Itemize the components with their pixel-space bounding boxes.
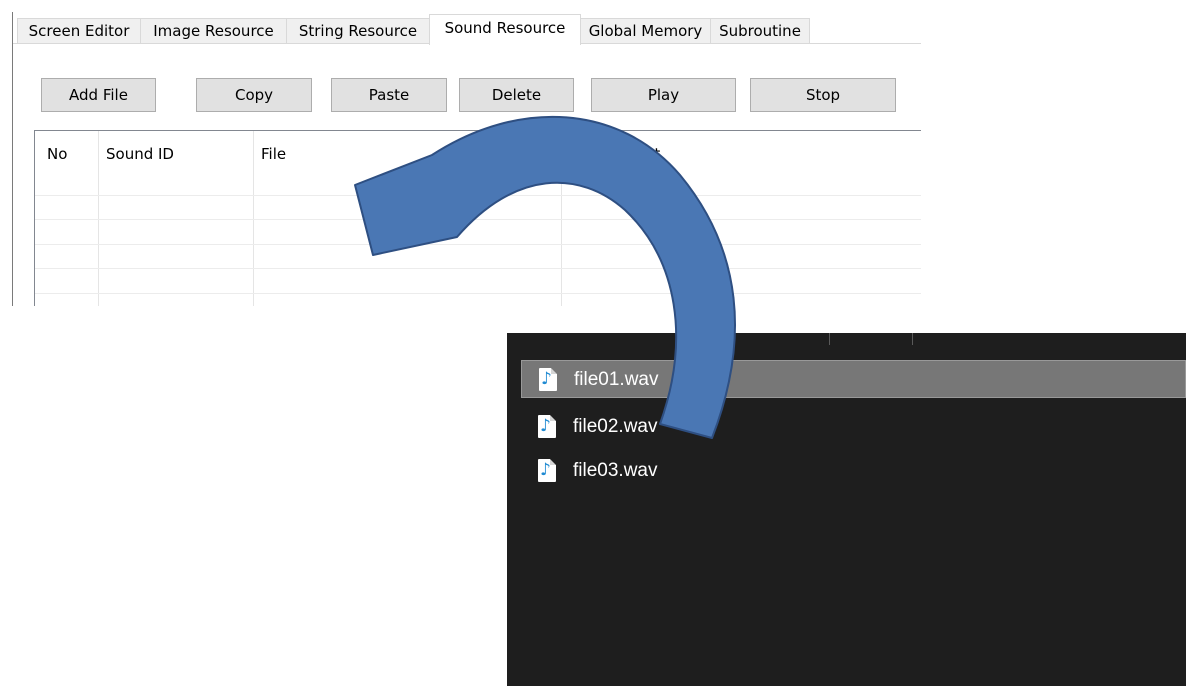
curved-arrow-shape [354, 115, 736, 439]
curved-arrow-icon [354, 115, 736, 439]
